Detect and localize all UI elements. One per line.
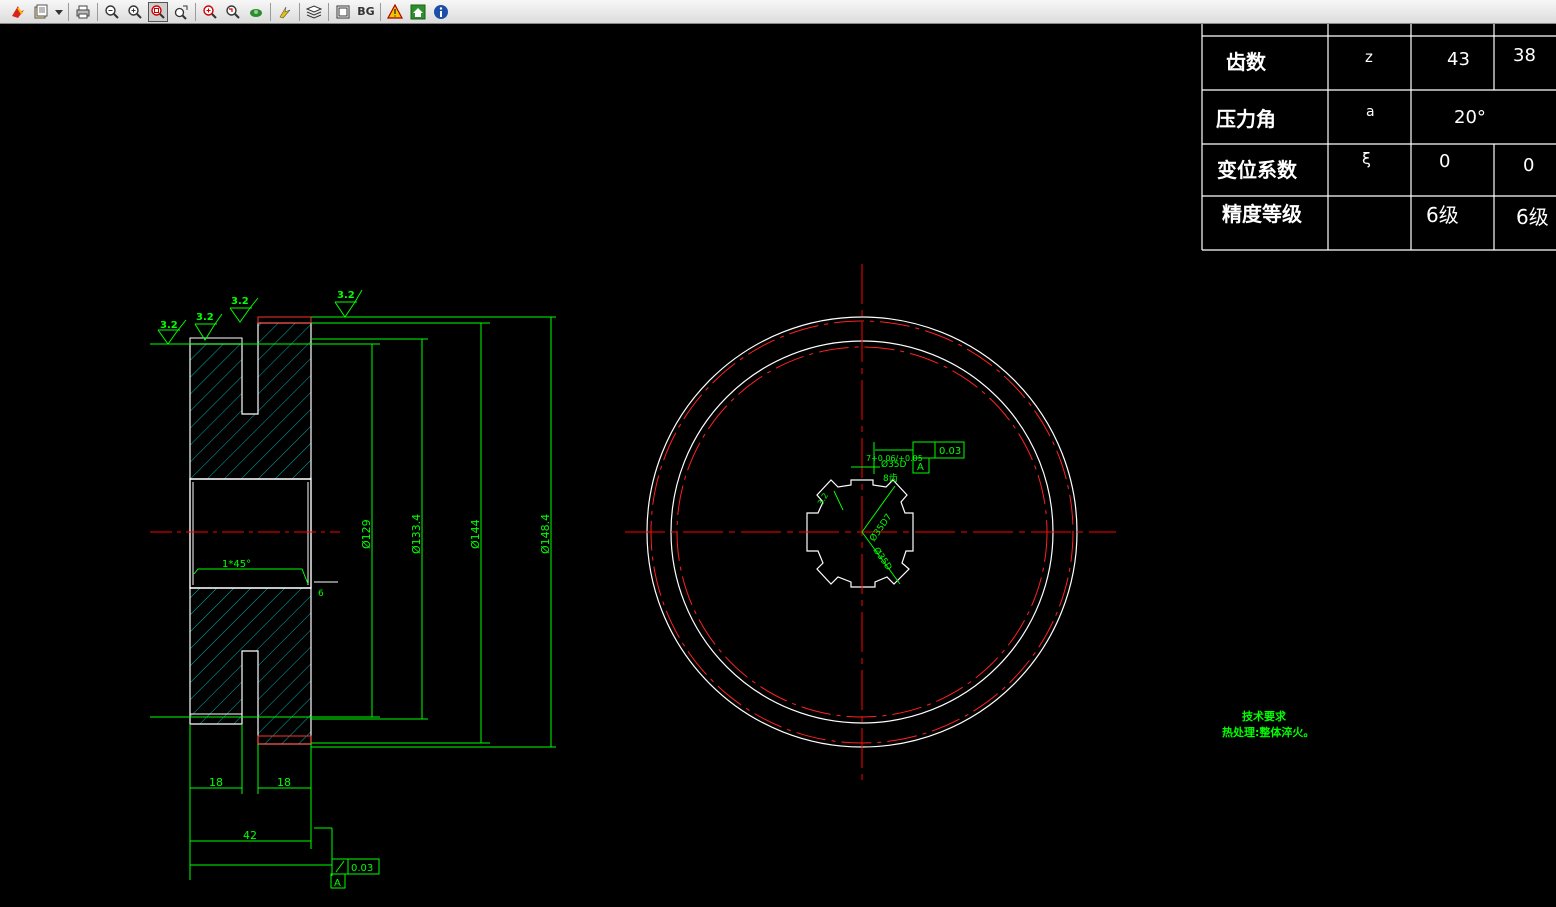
rim-top-left [189, 337, 243, 345]
section-hatch-lower [189, 587, 312, 745]
roughness-label-3: 3.2 [231, 296, 249, 307]
param-name-teeth: 齿数 [1226, 50, 1267, 74]
toolbar: BG [0, 0, 1556, 24]
param-value-shift-2: 0 [1523, 155, 1534, 176]
dia-label-144: Ø144 [469, 519, 482, 549]
param-value-shift-1: 0 [1439, 151, 1450, 172]
param-name-pressure-angle: 压力角 [1216, 107, 1276, 131]
param-value-pressure-angle: 20° [1454, 107, 1486, 128]
param-value-teeth-1: 43 [1447, 49, 1470, 70]
runout-datum-label: A [334, 878, 341, 889]
param-symbol-z: z [1365, 48, 1373, 66]
zoom-extents-icon[interactable] [200, 2, 220, 22]
dia-label-148: Ø148.4 [539, 514, 552, 554]
spline-dia-outer: Ø35D [871, 545, 895, 572]
param-symbol-alpha: a [1366, 104, 1375, 120]
toolbar-separator [68, 2, 69, 21]
technical-requirements: 技术要求 热处理:整体淬火。 [1222, 709, 1314, 739]
side-marker: 6 [318, 589, 324, 599]
tech-notes-line1: 热处理:整体淬火。 [1222, 725, 1314, 739]
redraw-icon[interactable] [275, 2, 295, 22]
roughness-label-2: 3.2 [196, 312, 214, 323]
dia-label-129: Ø129 [360, 519, 373, 549]
tech-notes-title: 技术要求 [1242, 709, 1287, 723]
layers-icon[interactable] [304, 2, 324, 22]
open-icon[interactable] [31, 2, 51, 22]
toolbar-separator [380, 2, 381, 21]
param-value-grade-1: 6级 [1426, 203, 1459, 227]
drawing-canvas[interactable]: 模数 齿数 z 43 38 压力角 a 20° 变位系数 ξ 0 0 精度等级 … [0, 24, 1556, 907]
spline-tolerance-value: 0.03 [939, 446, 961, 457]
spline-datum-label: A [917, 462, 924, 473]
roughness-label-4: 3.2 [337, 290, 355, 301]
zoom-out-icon[interactable] [102, 2, 122, 22]
zoom-in-icon[interactable] [125, 2, 145, 22]
spline-text: 0.03 A Ø35D 8齿 Ø35D7 Ø35D 3.2 [816, 446, 961, 573]
param-value-grade-2: 6级 [1516, 205, 1549, 229]
runout-tolerance-value: 0.03 [351, 863, 373, 874]
param-value-teeth-2: 38 [1513, 45, 1536, 66]
toolbar-separator [270, 2, 271, 21]
home-icon[interactable] [408, 2, 428, 22]
param-table-text: 模数 齿数 z 43 38 压力角 a 20° 变位系数 ξ 0 0 精度等级 … [1216, 24, 1549, 229]
linear-dim-labels: 18 18 42 [209, 776, 291, 842]
toolbar-separator [97, 2, 98, 21]
zoom-realtime-icon[interactable] [171, 2, 191, 22]
zoom-previous-icon[interactable] [223, 2, 243, 22]
pan-icon[interactable] [8, 2, 28, 22]
spline-width-tolerance: 7+0.06/+0.05 [866, 454, 923, 463]
section-view: 1*45° 6 [150, 316, 340, 745]
roughness-label-1: 3.2 [160, 320, 178, 331]
chamfer-label: 1*45° [222, 559, 251, 570]
toolbar-separator [195, 2, 196, 21]
section-hatch-upper [189, 322, 312, 480]
print-preview-icon[interactable] [385, 2, 405, 22]
info-icon[interactable] [431, 2, 451, 22]
model-space-icon[interactable] [333, 2, 353, 22]
param-name-shift-coefficient: 变位系数 [1217, 158, 1298, 182]
zoom-window-icon[interactable] [148, 1, 168, 22]
spline-dia-inner: Ø35D7 [867, 512, 894, 544]
roughness-labels: 3.2 3.2 3.2 3.2 [160, 290, 355, 331]
dim-label-18-right: 18 [277, 776, 291, 789]
dropdown-icon[interactable] [54, 2, 64, 22]
diameter-labels: Ø129 Ø133.4 Ø144 Ø148.4 [360, 514, 552, 554]
dia-label-133: Ø133.4 [410, 514, 423, 554]
spline-tooth-count: 8齿 [883, 473, 898, 484]
toolbar-separator [299, 2, 300, 21]
dim-label-18-left: 18 [209, 776, 223, 789]
toolbar-separator [328, 2, 329, 21]
param-name-modulus: 模数 [1226, 24, 1267, 25]
dim-label-42: 42 [243, 829, 257, 842]
print-icon[interactable] [73, 2, 93, 22]
front-view [625, 264, 1116, 786]
param-symbol-xi: ξ [1362, 149, 1371, 168]
section-bore [189, 478, 312, 589]
param-name-accuracy-grade: 精度等级 [1222, 202, 1302, 226]
background-label[interactable]: BG [356, 2, 376, 22]
rim-top-right [257, 316, 312, 324]
3d-view-icon[interactable] [246, 2, 266, 22]
